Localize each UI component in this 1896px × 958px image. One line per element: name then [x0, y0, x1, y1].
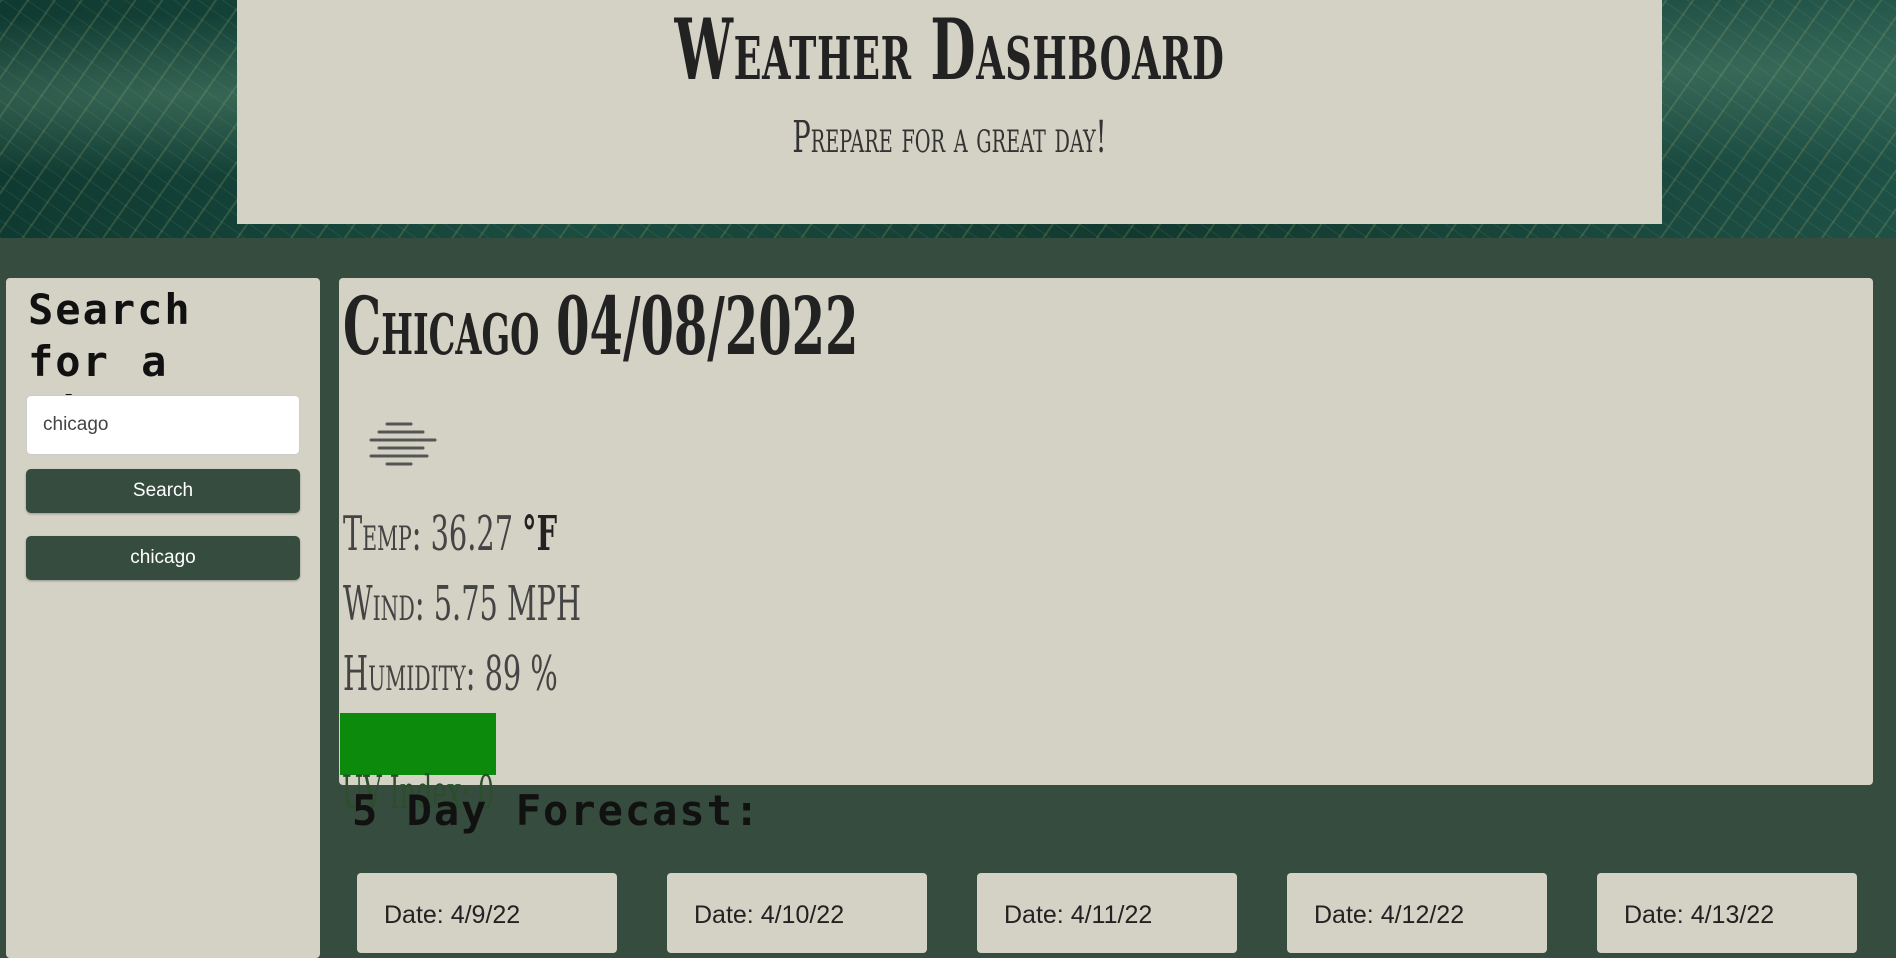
- mist-icon: [369, 422, 437, 466]
- page-title: Weather Dashboard: [674, 0, 1225, 99]
- search-sidebar: Search for a City: Search chicago: [6, 278, 320, 958]
- forecast-card: Date: 4/10/22: [667, 873, 927, 953]
- forecast-card: Date: 4/13/22: [1597, 873, 1857, 953]
- city-date-title: Chicago 04/08/2022: [343, 279, 859, 373]
- humidity-readout: Humidity: 89 %: [343, 646, 558, 702]
- temperature-unit: °F: [522, 506, 558, 562]
- wind-readout: Wind: 5.75 MPH: [343, 576, 581, 632]
- forecast-heading: 5 Day Forecast:: [352, 786, 762, 835]
- temperature-readout: Temp: 36.27 °F: [343, 510, 557, 558]
- forecast-date: Date: 4/12/22: [1314, 901, 1465, 929]
- search-button[interactable]: Search: [26, 469, 300, 513]
- forecast-date: Date: 4/9/22: [384, 901, 521, 929]
- city-search-input[interactable]: [26, 395, 300, 455]
- history-button-chicago[interactable]: chicago: [26, 536, 300, 580]
- forecast-date: Date: 4/10/22: [694, 901, 845, 929]
- forecast-card: Date: 4/9/22: [357, 873, 617, 953]
- page-subtitle: Prepare for a great day!: [792, 112, 1107, 163]
- forecast-date: Date: 4/11/22: [1004, 901, 1153, 929]
- current-weather-card: Chicago 04/08/2022 Temp: 36.27 °F Wind: …: [339, 278, 1873, 815]
- temperature-value: Temp: 36.27: [343, 506, 514, 562]
- forecast-card: Date: 4/12/22: [1287, 873, 1547, 953]
- header-card: Weather Dashboard Prepare for a great da…: [237, 0, 1662, 224]
- forecast-date: Date: 4/13/22: [1624, 901, 1775, 929]
- forecast-card: Date: 4/11/22: [977, 873, 1237, 953]
